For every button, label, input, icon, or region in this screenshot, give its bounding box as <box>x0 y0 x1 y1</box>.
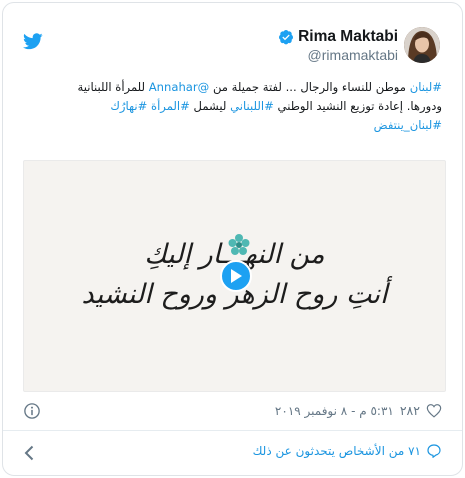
conversation-link[interactable]: ٧١ من الأشخاص يتحدثون عن ذلك <box>253 443 442 459</box>
tweet-footer[interactable]: ٧١ من الأشخاص يتحدثون عن ذلك <box>3 431 462 475</box>
reply-icon <box>427 444 441 458</box>
likes-count: ٢٨٢ <box>399 403 420 418</box>
author-name[interactable]: Rima Maktabi <box>298 28 398 46</box>
tweet-header: Rima Maktabi @rimamaktabi <box>3 3 462 63</box>
play-icon <box>231 269 242 283</box>
tweet-line-3: #لبنان_ينتفض <box>23 116 442 135</box>
tweet-text-segment: موطن للنساء والرجال ... لفتة جميلة من <box>209 80 410 94</box>
author-block[interactable]: Rima Maktabi @rimamaktabi <box>278 28 398 63</box>
chevron-left-icon[interactable] <box>24 445 34 461</box>
flower-icon <box>228 234 250 255</box>
author-handle[interactable]: @rimamaktabi <box>278 47 398 63</box>
tweet-link[interactable]: #اللبناني <box>230 99 274 113</box>
tweet-card: Rima Maktabi @rimamaktabi #لبنان موطن لل… <box>2 2 463 476</box>
tweet-link[interactable]: #لبنان_ينتفض <box>374 118 442 132</box>
info-icon[interactable] <box>23 402 41 420</box>
tweet-text-segment: ودورها. إعادة توزيع النشيد الوطني <box>273 99 442 113</box>
tweet-text: #لبنان موطن للنساء والرجال ... لفتة جميل… <box>23 78 442 135</box>
tweet-timestamp[interactable]: ٥:٣١ م - ٨ نوفمبر ٢٠١٩ <box>275 404 394 418</box>
tweet-text-segment: ليشمل <box>189 99 231 113</box>
tweet-meta: ٥:٣١ م - ٨ نوفمبر ٢٠١٩ ٢٨٢ <box>23 400 442 422</box>
twitter-bird-icon[interactable] <box>23 33 43 50</box>
avatar-image <box>404 27 440 63</box>
heart-icon[interactable] <box>426 403 442 418</box>
tweet-line-2: ودورها. إعادة توزيع النشيد الوطني #اللبن… <box>23 97 442 116</box>
tweet-link[interactable]: #نهارُك <box>110 99 147 113</box>
tweet-link[interactable]: #المرأة <box>151 99 190 113</box>
tweet-media[interactable]: من النهـــار إليكِ أنتِ روح الزهر وروح ا… <box>23 160 446 392</box>
conversation-text[interactable]: ٧١ من الأشخاص يتحدثون عن ذلك <box>253 444 421 458</box>
avatar[interactable] <box>404 27 440 63</box>
tweet-link[interactable]: #لبنان <box>410 80 442 94</box>
tweet-link[interactable]: @Annahar <box>149 80 210 94</box>
play-video-button[interactable] <box>220 260 252 292</box>
tweet-line-1: #لبنان موطن للنساء والرجال ... لفتة جميل… <box>23 78 442 97</box>
tweet-text-segment: للمرأة اللبنانية <box>77 80 149 94</box>
verified-badge-icon <box>279 30 294 45</box>
